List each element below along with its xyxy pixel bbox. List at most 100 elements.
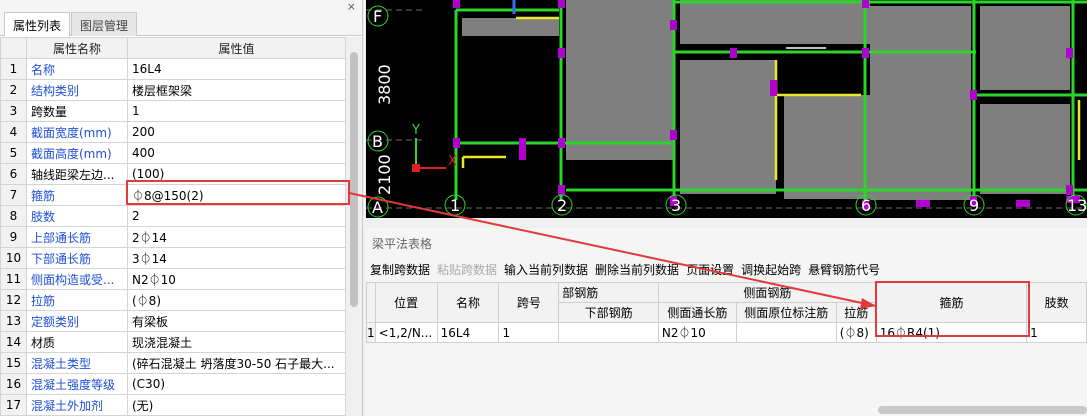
cell-side-orig[interactable] [735, 322, 837, 343]
property-value[interactable]: 2⏀14 [127, 226, 346, 248]
toolbar-button[interactable]: 悬臂钢筋代号 [808, 263, 880, 277]
property-value[interactable]: ⏀8@150(2) [127, 184, 346, 206]
property-row[interactable]: 4 截面宽度(mm) 200 [0, 121, 346, 143]
horizontal-scrollbar[interactable] [878, 406, 1087, 414]
toolbar-button[interactable]: 复制跨数据 [370, 263, 430, 277]
column-label-9: 9 [969, 196, 979, 215]
property-value[interactable]: 1 [127, 100, 346, 122]
row-number: 16 [0, 373, 27, 395]
dimension-3800: 3800 [375, 64, 394, 105]
cell-bottom-rebar[interactable] [558, 322, 659, 343]
property-value[interactable]: (100) [127, 163, 346, 185]
property-name: 截面宽度(mm) [26, 121, 128, 143]
row-number: 8 [0, 205, 27, 227]
column-label-1: 1 [450, 196, 460, 215]
cell-name[interactable]: 16L4 [436, 322, 500, 343]
cell-side-long[interactable]: N2⏀10 [657, 322, 737, 343]
cad-canvas[interactable]: F B A 1 2 3 6 9 13 3800 2100 X Y [366, 0, 1087, 218]
column-header-legs: 肢数 [1026, 282, 1087, 323]
row-header-corner [366, 282, 376, 323]
panel-title: 梁平法表格 [372, 237, 433, 251]
property-value[interactable]: 400 [127, 142, 346, 164]
property-value[interactable]: 16L4 [127, 58, 346, 80]
column-header-span: 跨号 [498, 282, 560, 323]
toolbar-button[interactable]: 页面设置 [686, 263, 734, 277]
table-row[interactable]: 1 <1,2/N... 16L4 1 N2⏀10 (⏀8) 16⏀R4(1) 1 [366, 322, 1087, 343]
property-value[interactable]: (无) [127, 394, 346, 416]
property-row[interactable]: 11 侧面构造或受... N2⏀10 [0, 268, 346, 290]
property-row[interactable]: 10 下部通长筋 3⏀14 [0, 247, 346, 269]
property-name: 截面高度(mm) [26, 142, 128, 164]
property-value[interactable]: (C30) [127, 373, 346, 395]
column-label-2: 2 [557, 196, 567, 215]
property-value[interactable]: 楼层框架梁 [127, 79, 346, 101]
property-row[interactable]: 6 轴线距梁左边... (100) [0, 163, 346, 185]
row-number: 7 [0, 184, 27, 206]
property-row[interactable]: 12 拉筋 (⏀8) [0, 289, 346, 311]
row-number: 11 [0, 268, 27, 290]
toolbar-button[interactable]: 删除当前列数据 [595, 263, 679, 277]
row-number-header [0, 37, 27, 59]
property-row[interactable]: 17 混凝土外加剂 (无) [0, 394, 346, 416]
cell-span[interactable]: 1 [498, 322, 560, 343]
property-scrollbar[interactable] [346, 37, 362, 416]
property-rows: 1 名称 16L4 2 结构类别 楼层框架梁 3 跨数量 1 4 截面宽度(mm) 200 5 截面高度(… [0, 58, 346, 416]
property-row[interactable]: 2 结构类别 楼层框架梁 [0, 79, 346, 101]
property-name: 名称 [26, 58, 128, 80]
property-value[interactable]: 现浇混凝土 [127, 331, 346, 353]
column-header-side-long: 侧面通长筋 [657, 302, 737, 323]
toolbar-button[interactable]: 输入当前列数据 [504, 263, 588, 277]
property-name: 结构类别 [26, 79, 128, 101]
beam-table-panel: 梁平法表格 复制跨数据 粘贴跨数据 输入当前列数据 删除当前列数据 页面设置 调换起始跨悬… [366, 228, 1087, 416]
property-row[interactable]: 9 上部通长筋 2⏀14 [0, 226, 346, 248]
tab-layers[interactable]: 图层管理 [71, 12, 138, 36]
axis-label-a: A [372, 198, 383, 217]
property-name: 跨数量 [26, 100, 128, 122]
row-number: 15 [0, 352, 27, 374]
toolbar-button[interactable]: 调换起始跨 [741, 263, 801, 277]
property-row[interactable]: 14 材质 现浇混凝土 [0, 331, 346, 353]
property-name: 材质 [26, 331, 128, 353]
property-row[interactable]: 15 混凝土类型 (碎石混凝土 坍落度30-50 石子最大... [0, 352, 346, 374]
cell-tie[interactable]: (⏀8) [835, 322, 877, 343]
row-number: 1 [366, 322, 376, 343]
property-name: 肢数 [26, 205, 128, 227]
row-number: 1 [0, 58, 27, 80]
property-row[interactable]: 7 箍筋 ⏀8@150(2) [0, 184, 346, 206]
property-name: 下部通长筋 [26, 247, 128, 269]
property-value[interactable]: 200 [127, 121, 346, 143]
property-row[interactable]: 8 肢数 2 [0, 205, 346, 227]
property-value[interactable]: (⏀8) [127, 289, 346, 311]
property-value[interactable]: 2 [127, 205, 346, 227]
axis-label-b: B [372, 132, 383, 151]
slab-panels [462, 0, 1070, 200]
property-row[interactable]: 3 跨数量 1 [0, 100, 346, 122]
cell-position[interactable]: <1,2/N... [374, 322, 438, 343]
property-row[interactable]: 13 定额类别 有梁板 [0, 310, 346, 332]
property-value[interactable]: 有梁板 [127, 310, 346, 332]
floor-plan-drawing: F B A 1 2 3 6 9 13 3800 2100 X Y [366, 0, 1087, 218]
cell-stirrup[interactable]: 16⏀R4(1) [875, 322, 1028, 343]
property-value[interactable]: 3⏀14 [127, 247, 346, 269]
row-number: 12 [0, 289, 27, 311]
toolbar-button[interactable]: 粘贴跨数据 [437, 263, 497, 277]
cell-legs[interactable]: 1 [1026, 322, 1087, 343]
column-header-position: 位置 [374, 282, 438, 323]
tab-properties[interactable]: 属性列表 [4, 12, 71, 36]
property-value[interactable]: (碎石混凝土 坍落度30-50 石子最大... [127, 352, 346, 374]
property-row[interactable]: 16 混凝土强度等级 (C30) [0, 373, 346, 395]
property-name: 侧面构造或受... [26, 268, 128, 290]
scrollbar-thumb[interactable] [350, 52, 358, 307]
property-row[interactable]: 5 截面高度(mm) 400 [0, 142, 346, 164]
panel-tabs: 属性列表 图层管理 × [0, 0, 362, 36]
column-header-name: 属性名称 [26, 37, 128, 59]
property-table: 属性名称 属性值 1 名称 16L4 2 结构类别 楼层框架梁 3 跨数量 1 4 截面宽度(mm)… [0, 37, 346, 416]
row-number: 2 [0, 79, 27, 101]
row-number: 4 [0, 121, 27, 143]
property-row[interactable]: 1 名称 16L4 [0, 58, 346, 80]
property-name: 箍筋 [26, 184, 128, 206]
close-icon[interactable]: × [347, 0, 356, 13]
property-value[interactable]: N2⏀10 [127, 268, 346, 290]
row-number: 10 [0, 247, 27, 269]
property-name: 上部通长筋 [26, 226, 128, 248]
